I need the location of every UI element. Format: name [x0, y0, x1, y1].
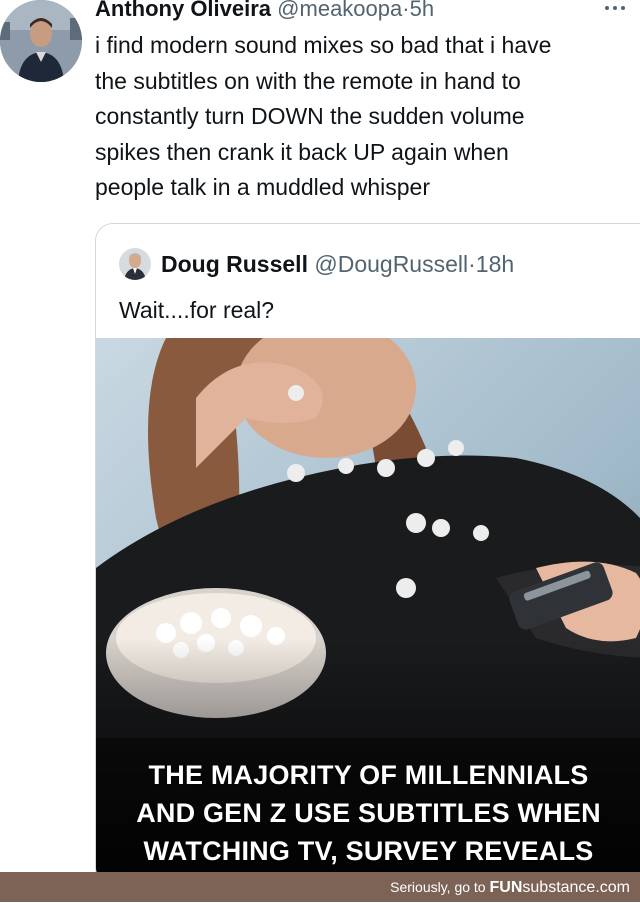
- tweet-text-line: spikes then crank it back UP again when: [95, 138, 509, 165]
- author-avatar-image: [0, 0, 82, 82]
- quote-media-image[interactable]: THE MAJORITY OF MILLENNIALS AND GEN Z US…: [96, 338, 640, 884]
- watermark-brand: FUNsubstance.com: [490, 879, 631, 896]
- watermark-text[interactable]: Seriously, go to FUNsubstance.com: [390, 872, 630, 903]
- author-avatar[interactable]: [0, 0, 82, 82]
- separator-dot: ·: [402, 0, 410, 21]
- quote-avatar-image: [119, 248, 151, 280]
- quote-author-avatar[interactable]: [119, 248, 151, 280]
- media-headline: THE MAJORITY OF MILLENNIALS AND GEN Z US…: [96, 756, 640, 870]
- author-name[interactable]: Anthony Oliveira: [95, 0, 271, 21]
- headline-line: WATCHING TV, SURVEY REVEALS: [143, 836, 594, 866]
- watermark-prefix: Seriously, go to: [390, 879, 486, 895]
- headline-line: THE MAJORITY OF MILLENNIALS: [148, 760, 589, 790]
- brand-suffix: .com: [595, 879, 630, 896]
- tweet-timestamp[interactable]: 5h: [410, 0, 434, 21]
- brand-substance: substance: [522, 879, 596, 896]
- headline-line: AND GEN Z USE SUBTITLES WHEN: [136, 798, 601, 828]
- tweet-text-line: constantly turn DOWN the sudden volume: [95, 103, 525, 129]
- tweet-header: Anthony Oliveira @meakoopa·5h: [95, 0, 434, 24]
- brand-fun: FUN: [489, 879, 523, 896]
- quote-timestamp[interactable]: 18h: [476, 251, 514, 277]
- tweet-text-line: people talk in a muddled whisper: [95, 174, 430, 200]
- tweet-text: i find modern sound mixes so bad that i …: [95, 28, 635, 206]
- quote-meta: Doug Russell @DougRussell·18h: [161, 248, 514, 280]
- quote-text: Wait....for real?: [119, 297, 275, 323]
- tweet-text-line: the subtitles on with the remote in hand…: [95, 67, 521, 94]
- more-horizontal-icon[interactable]: [604, 4, 626, 12]
- quoted-tweet-card[interactable]: Doug Russell @DougRussell·18h Wait....fo…: [95, 223, 640, 885]
- quote-author-handle[interactable]: @DougRussell: [314, 251, 468, 277]
- quote-author-name[interactable]: Doug Russell: [161, 251, 308, 277]
- watermark-footer: Seriously, go to FUNsubstance.com: [0, 872, 640, 902]
- tweet-text-line: i find modern sound mixes so bad that i …: [95, 32, 552, 58]
- quote-separator-dot: ·: [468, 251, 476, 277]
- author-handle[interactable]: @meakoopa: [277, 0, 402, 21]
